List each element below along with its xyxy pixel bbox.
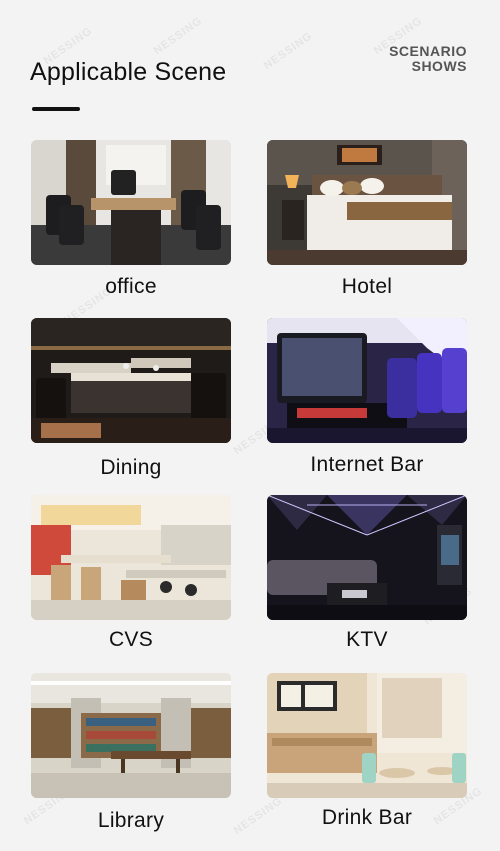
internet-bar-photo: [267, 318, 467, 443]
scene-label: office: [105, 275, 157, 298]
library-photo: [31, 673, 231, 798]
scene-label: CVS: [108, 628, 154, 651]
scene-label: Hotel: [341, 275, 393, 298]
badge-line-2: SHOWS: [411, 58, 467, 74]
scenario-shows-badge: SCENARIO SHOWS: [389, 44, 467, 74]
hotel-photo: [267, 140, 467, 265]
watermark-text: NESSING: [151, 14, 205, 58]
watermark-text: NESSING: [261, 29, 315, 73]
scene-label: KTV: [346, 628, 388, 651]
scene-label: Dining: [100, 456, 162, 479]
office-photo: [31, 140, 231, 265]
badge-line-1: SCENARIO: [389, 43, 467, 59]
title-underline: [32, 107, 80, 111]
scene-label: Internet Bar: [310, 453, 424, 476]
page-title: Applicable Scene: [30, 58, 227, 86]
dining-photo: [31, 318, 231, 443]
drink-bar-photo: [267, 673, 467, 798]
scene-label: Drink Bar: [321, 806, 413, 829]
scene-label: Library: [97, 809, 165, 832]
cvs-photo: [31, 495, 231, 620]
ktv-photo: [267, 495, 467, 620]
